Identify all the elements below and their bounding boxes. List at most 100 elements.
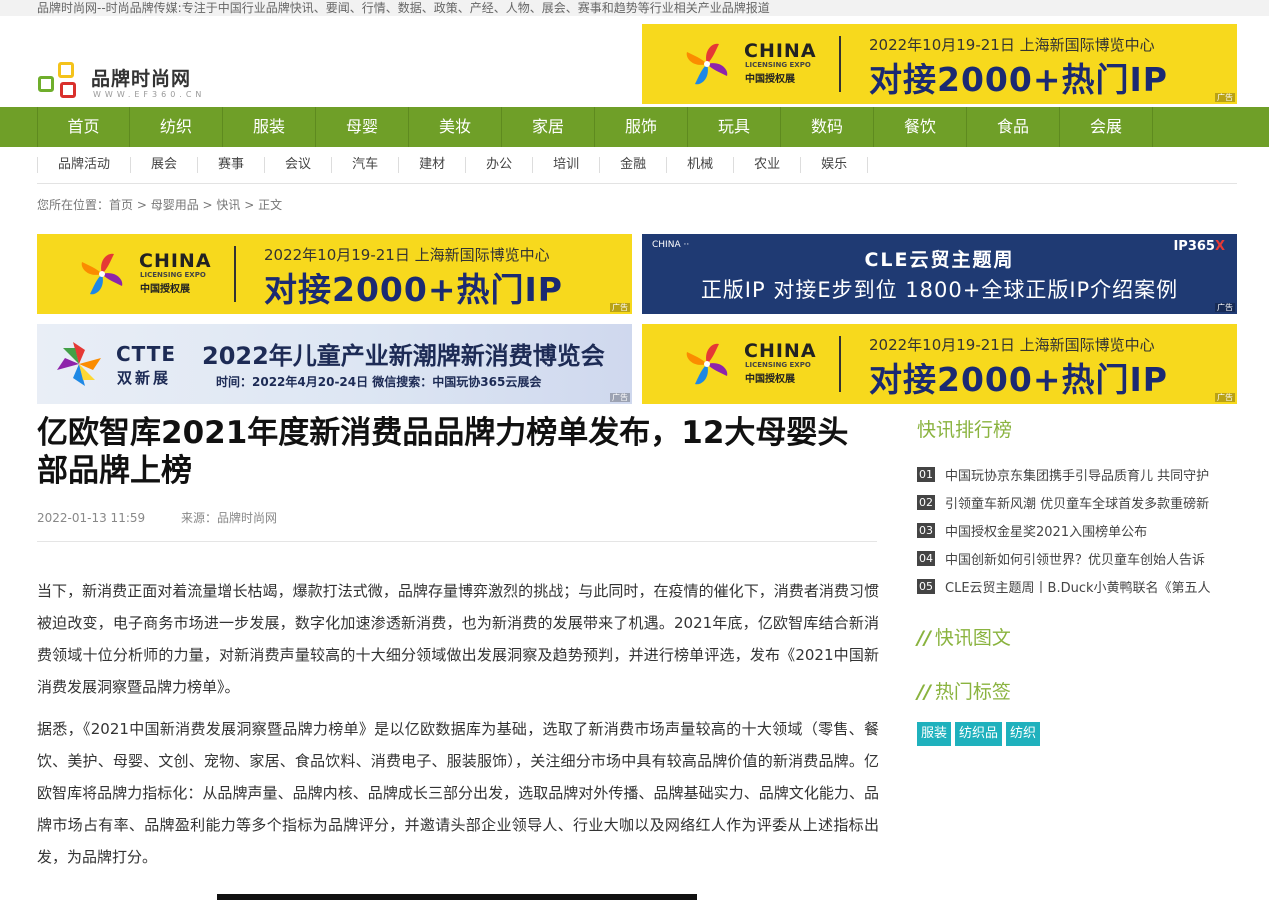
nav-item-catering[interactable]: 餐饮	[874, 107, 967, 147]
rank-link[interactable]: CLE云贸主题周丨B.Duck小黄鸭联名《第五人	[945, 577, 1211, 596]
licensing-expo-flower-icon	[686, 343, 728, 385]
nav-item-textile[interactable]: 纺织	[130, 107, 223, 147]
subnav-item-entertainment[interactable]: 娱乐	[801, 157, 869, 173]
breadcrumb-home[interactable]: 首页	[109, 198, 133, 212]
ad-label: 广告	[610, 303, 630, 312]
subnav-item-office[interactable]: 办公	[466, 157, 534, 173]
nav-item-food[interactable]: 食品	[967, 107, 1060, 147]
expo-date: 2022年10月19-21日 上海新国际博览中心	[869, 36, 1155, 54]
breadcrumb-separator: >	[198, 198, 217, 212]
subnav-item-building[interactable]: 建材	[399, 157, 467, 173]
site-tagline: 品牌时尚网--时尚品牌传媒:专注于中国行业品牌快讯、要闻、行情、数据、政策、产经…	[0, 0, 1269, 16]
rank-link[interactable]: 中国创新如何引领世界？优贝童车创始人告诉	[945, 549, 1205, 568]
tag-textile[interactable]: 纺织	[1006, 722, 1041, 746]
meta-divider	[37, 541, 877, 542]
heading-slashes: //	[917, 681, 931, 703]
breadcrumb-separator: >	[240, 198, 259, 212]
rank-number: 01	[917, 466, 935, 482]
list-item[interactable]: 03 中国授权金星奖2021入围榜单公布	[917, 516, 1237, 544]
nav-item-baby[interactable]: 母婴	[316, 107, 409, 147]
article-title: 亿欧智库2021年度新消费品品牌力榜单发布，12大母婴头部品牌上榜	[37, 415, 849, 489]
nav-item-home-furnishing[interactable]: 家居	[502, 107, 595, 147]
hot-tags-title: 热门标签	[934, 681, 1011, 703]
subnav-item-finance[interactable]: 金融	[600, 157, 668, 173]
ad-label: 广告	[1215, 303, 1235, 312]
list-item[interactable]: 05 CLE云贸主题周丨B.Duck小黄鸭联名《第五人	[917, 572, 1237, 600]
rank-number: 05	[917, 578, 935, 594]
breadcrumb-current: 正文	[258, 198, 283, 212]
rank-link[interactable]: 中国授权金星奖2021入围榜单公布	[945, 521, 1147, 540]
cle-subtitle: 正版IP 对接E步到位 1800+全球正版IP介绍案例	[700, 278, 1179, 302]
ad-label: 广告	[610, 393, 630, 402]
expo-licensing-text: LICENSING EXPO	[140, 271, 206, 279]
logo-url: WWW.EF360.CN	[93, 90, 206, 99]
expo-headline: 对接2000+热门IP	[869, 360, 1168, 399]
ad-licensing-expo-1[interactable]: CHINA LICENSING EXPO 中国授权展 2022年10月19-21…	[37, 234, 632, 314]
rank-number: 03	[917, 522, 935, 538]
ad-licensing-expo-2[interactable]: CHINA LICENSING EXPO 中国授权展 2022年10月19-21…	[642, 324, 1237, 404]
list-item[interactable]: 04 中国创新如何引领世界？优贝童车创始人告诉	[917, 544, 1237, 572]
tag-apparel[interactable]: 服装	[917, 722, 952, 746]
article-paragraph: 当下，新消费正面对着流量增长枯竭，爆款打法式微，品牌存量博弈激烈的挑战；与此同时…	[37, 582, 879, 696]
expo-cn-text: 中国授权展	[745, 374, 795, 385]
expo-china-text: CHINA	[139, 250, 212, 272]
expo-headline: 对接2000+热门IP	[869, 60, 1168, 99]
ctte-star-icon	[57, 342, 101, 386]
sub-nav: 品牌活动 展会 赛事 会议 汽车 建材 办公 培训 金融 机械 农业 娱乐	[37, 147, 1237, 184]
breadcrumb-baby[interactable]: 母婴用品	[151, 198, 199, 212]
nav-item-toys[interactable]: 玩具	[688, 107, 781, 147]
divider	[839, 36, 841, 92]
list-item[interactable]: 01 中国玩协京东集团携手引导品质育儿 共同守护	[917, 460, 1237, 488]
expo-china-text: CHINA	[744, 40, 817, 62]
expo-licensing-text: LICENSING EXPO	[745, 61, 811, 69]
subnav-item-machinery[interactable]: 机械	[667, 157, 735, 173]
nav-item-apparel[interactable]: 服装	[223, 107, 316, 147]
breadcrumb-prefix: 您所在位置：	[37, 198, 110, 212]
nav-item-beauty[interactable]: 美妆	[409, 107, 502, 147]
site-logo[interactable]: 品牌时尚网 WWW.EF360.CN	[38, 62, 218, 106]
nav-item-home[interactable]: 首页	[37, 107, 130, 147]
article-date: 2022-01-13 11:59	[37, 511, 146, 525]
logo-icon	[38, 62, 84, 104]
logo-name: 品牌时尚网	[91, 68, 192, 90]
pic-news-heading: //快讯图文	[917, 622, 1237, 654]
licensing-expo-flower-icon	[686, 43, 728, 85]
subnav-item-conferences[interactable]: 会议	[265, 157, 333, 173]
sidebar: 快讯排行榜 01 中国玩协京东集团携手引导品质育儿 共同守护 02 引领童车新风…	[917, 414, 1237, 746]
article-source: 来源：品牌时尚网	[180, 511, 277, 525]
main-nav: 首页 纺织 服装 母婴 美妆 家居 服饰 玩具 数码 餐饮 食品 会展	[0, 107, 1269, 147]
ctte-en: CTTE	[116, 342, 177, 366]
rank-heading: 快讯排行榜	[917, 419, 1013, 441]
nav-item-digital[interactable]: 数码	[781, 107, 874, 147]
licensing-expo-flower-icon	[81, 253, 123, 295]
ctte-title: 2022年儿童产业新潮牌新消费博览会	[202, 342, 605, 370]
subnav-item-agriculture[interactable]: 农业	[734, 157, 802, 173]
subnav-item-expo[interactable]: 展会	[131, 157, 199, 173]
ad-ctte-expo[interactable]: CTTE 双新展 2022年儿童产业新潮牌新消费博览会 时间：2022年4月20…	[37, 324, 632, 404]
subnav-item-auto[interactable]: 汽车	[332, 157, 400, 173]
ad-cle-cloud-week[interactable]: CHINA ·· IP365X CLE云贸主题周 正版IP 对接E步到位 180…	[642, 234, 1237, 314]
list-item[interactable]: 02 引领童车新风潮 优贝童车全球首发多款重磅新	[917, 488, 1237, 516]
rank-link[interactable]: 中国玩协京东集团携手引导品质育儿 共同守护	[945, 465, 1209, 484]
ad-label: 广告	[1215, 93, 1235, 102]
subnav-item-training[interactable]: 培训	[533, 157, 601, 173]
divider	[839, 336, 841, 392]
expo-date: 2022年10月19-21日 上海新国际博览中心	[869, 336, 1155, 354]
expo-cn-text: 中国授权展	[140, 284, 190, 295]
subnav-item-competitions[interactable]: 赛事	[198, 157, 266, 173]
rank-link[interactable]: 引领童车新风潮 优贝童车全球首发多款重磅新	[945, 493, 1209, 512]
ctte-info: 时间：2022年4月20-24日 微信搜索：中国玩协365云展会	[216, 375, 542, 389]
expo-licensing-text: LICENSING EXPO	[745, 361, 811, 369]
nav-item-accessories[interactable]: 服饰	[595, 107, 688, 147]
article-meta: 2022-01-13 11:59 来源：品牌时尚网	[37, 509, 309, 526]
header-ad-licensing-expo[interactable]: CHINA LICENSING EXPO 中国授权展 2022年10月19-21…	[642, 24, 1237, 104]
rank-number: 04	[917, 550, 935, 566]
breadcrumb-separator: >	[133, 198, 151, 212]
hot-tags-heading: //热门标签	[917, 676, 1237, 708]
subnav-item-brand-events[interactable]: 品牌活动	[37, 157, 132, 173]
nav-item-exhibition[interactable]: 会展	[1060, 107, 1153, 147]
article-body: 当下，新消费正面对着流量增长枯竭，爆款打法式微，品牌存量博弈激烈的挑战；与此同时…	[37, 575, 879, 883]
tag-textile-products[interactable]: 纺织品	[955, 722, 1003, 746]
expo-date: 2022年10月19-21日 上海新国际博览中心	[264, 246, 550, 264]
breadcrumb-news[interactable]: 快讯	[216, 198, 240, 212]
